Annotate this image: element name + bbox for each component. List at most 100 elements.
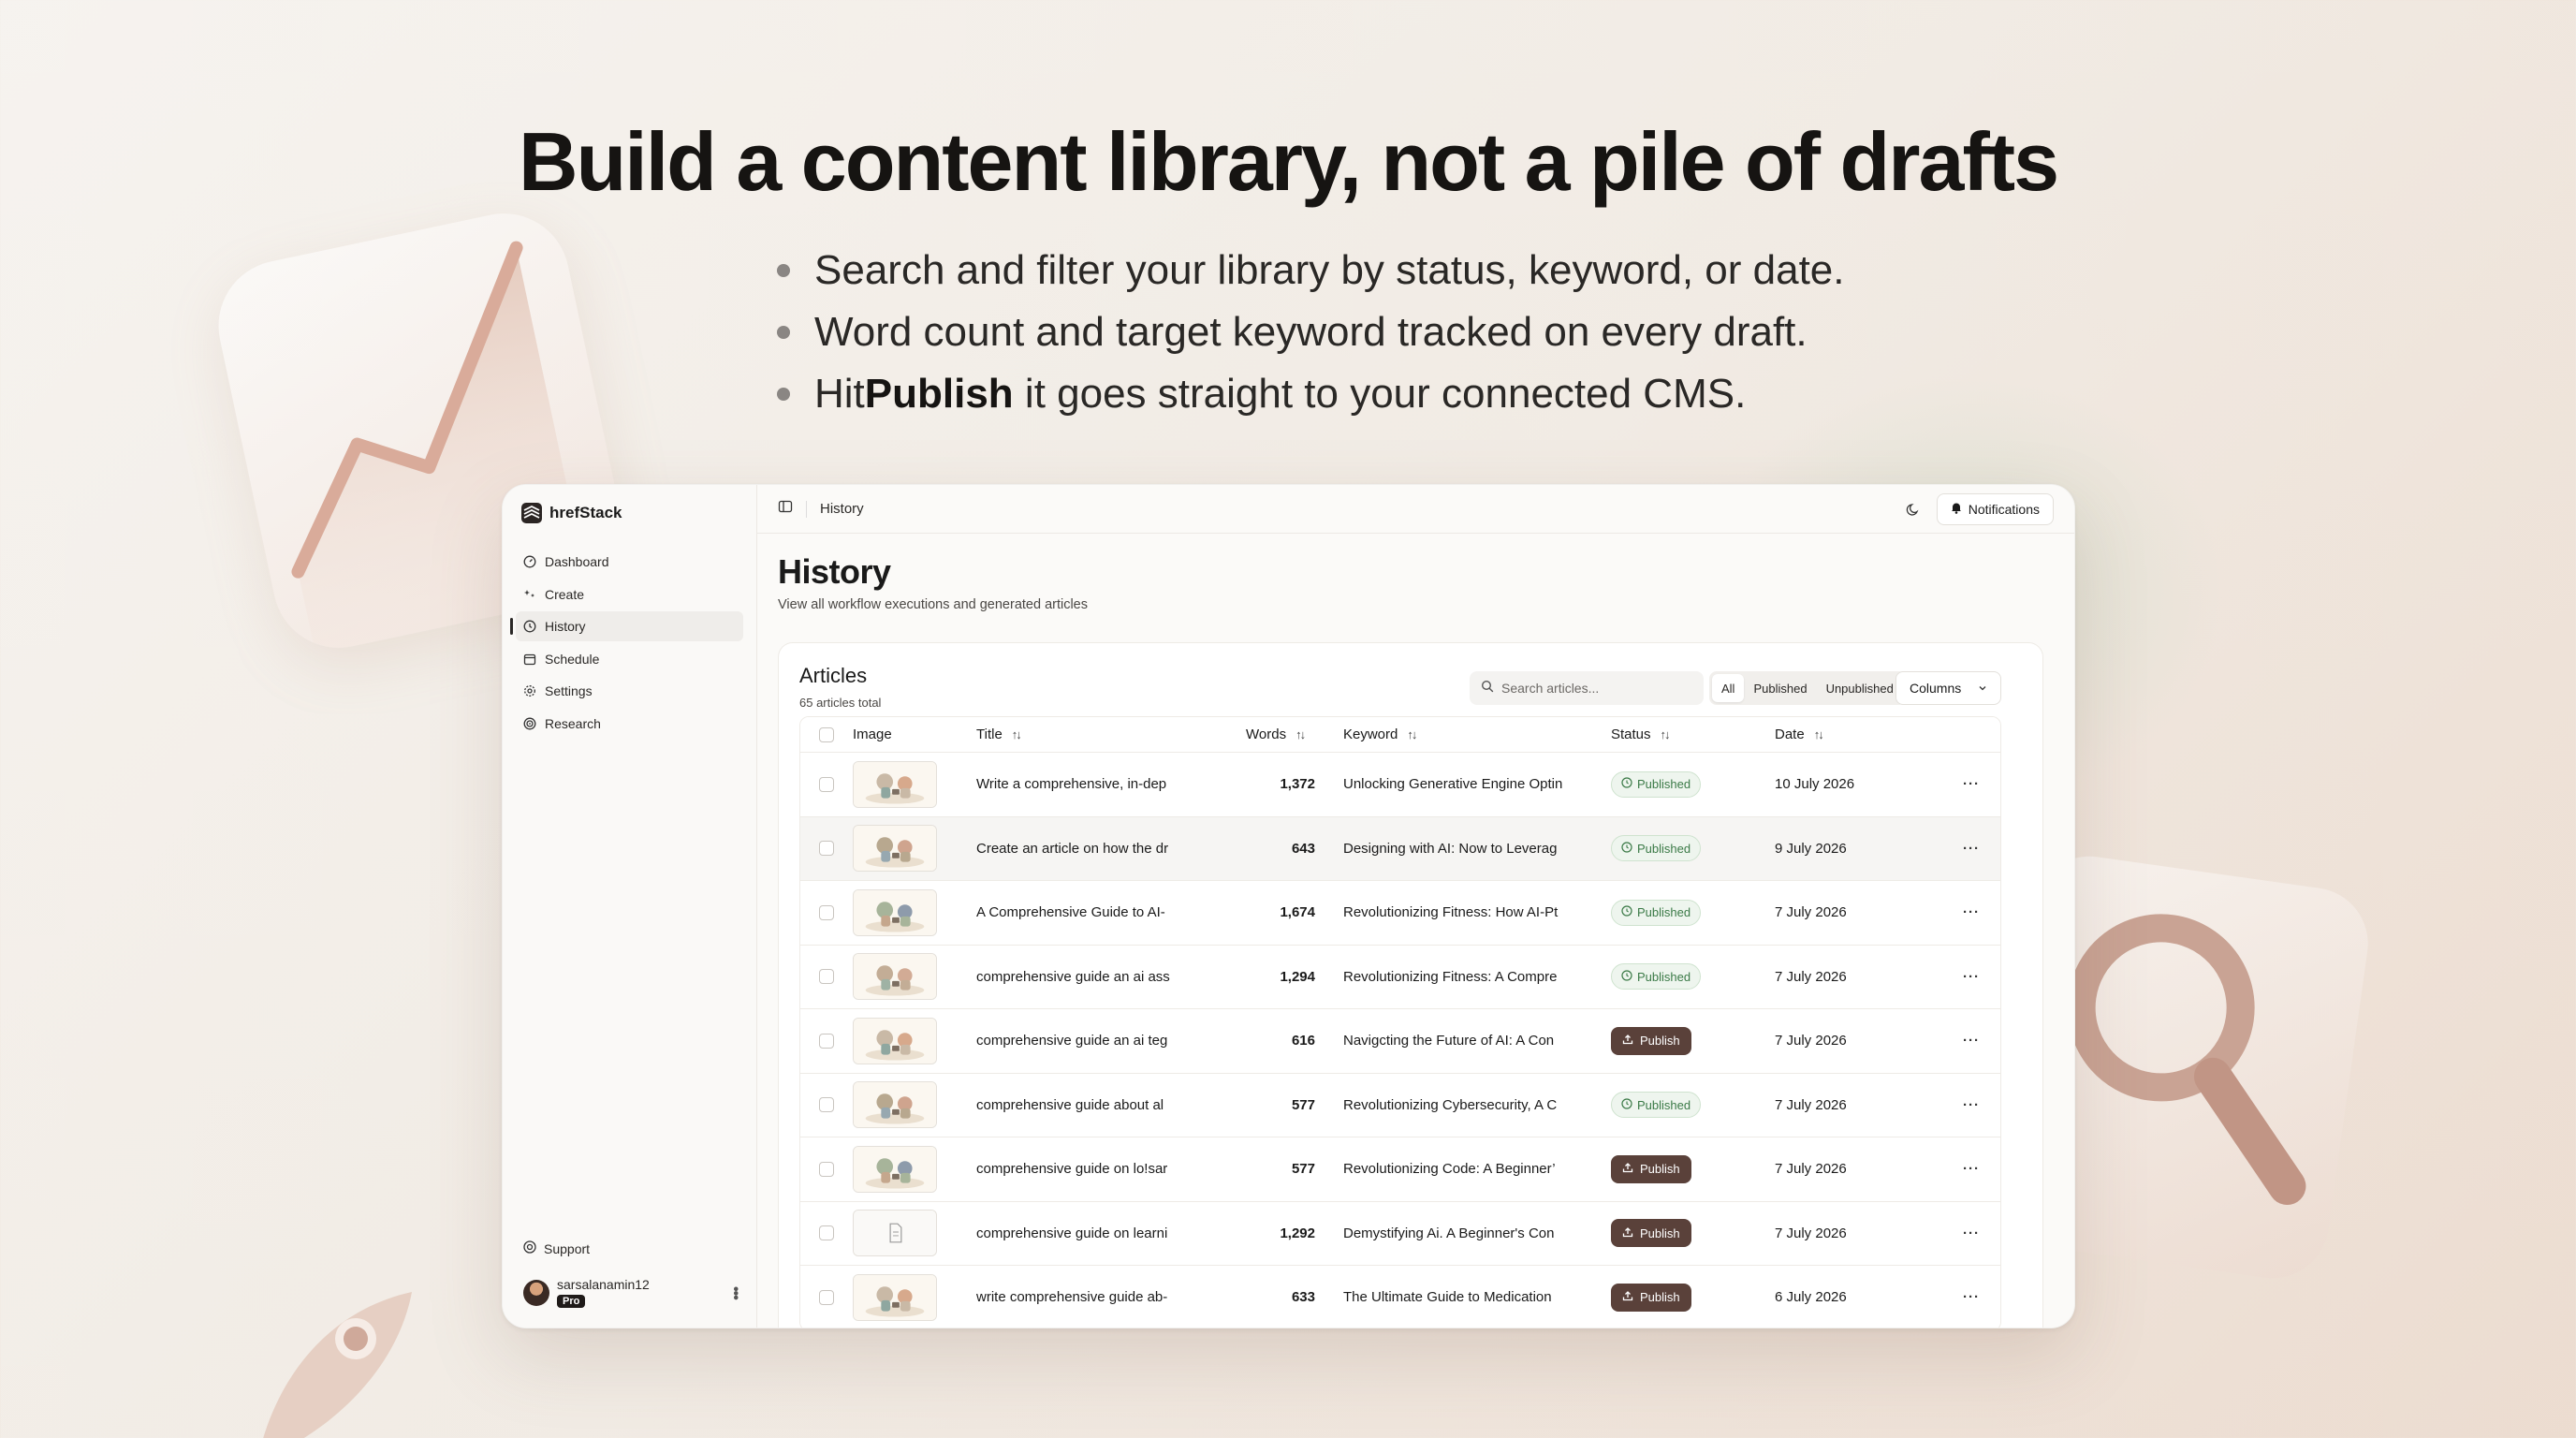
select-all-checkbox[interactable] xyxy=(819,726,834,742)
moon-icon[interactable] xyxy=(1903,499,1924,520)
clock-icon xyxy=(1621,905,1632,919)
filter-unpublished[interactable]: Unpublished xyxy=(1817,674,1903,702)
filter-published[interactable]: Published xyxy=(1744,674,1816,702)
article-thumbnail xyxy=(853,1017,937,1064)
search-input[interactable] xyxy=(1501,681,1689,696)
more-vertical-icon[interactable]: ••• xyxy=(726,1286,743,1299)
publish-button[interactable]: Publish xyxy=(1611,1283,1691,1312)
header-words[interactable]: Words ↑↓ xyxy=(1242,726,1315,742)
more-horizontal-icon[interactable]: ··· xyxy=(1943,904,1999,920)
row-checkbox[interactable] xyxy=(819,841,834,857)
title-cell[interactable]: write comprehensive guide ab- xyxy=(976,1289,1242,1305)
row-checkbox[interactable] xyxy=(819,1289,834,1305)
columns-button[interactable]: Columns xyxy=(1895,671,2001,705)
article-thumbnail xyxy=(853,1273,937,1321)
date-cell: 7 July 2026 xyxy=(1775,904,1847,921)
more-horizontal-icon[interactable]: ··· xyxy=(1943,1033,1999,1049)
header-date[interactable]: Date ↑↓ xyxy=(1775,726,1943,742)
more-horizontal-icon[interactable]: ··· xyxy=(1943,1225,1999,1241)
table-row[interactable]: comprehensive guide on lo!sar 577 Revoluti… xyxy=(800,1137,2000,1202)
title-cell[interactable]: comprehensive guide an ai ass xyxy=(976,969,1242,985)
more-horizontal-icon[interactable]: ··· xyxy=(1943,969,1999,985)
more-horizontal-icon[interactable]: ··· xyxy=(1943,1289,1999,1305)
title-cell[interactable]: comprehensive guide on learni xyxy=(976,1225,1242,1241)
keyword-cell: Designing with AI: Now to Leverag xyxy=(1343,840,1558,857)
sidebar-toggle-icon[interactable] xyxy=(778,499,793,519)
rocket-decoration xyxy=(225,1273,431,1438)
more-horizontal-icon[interactable]: ··· xyxy=(1943,1161,1999,1177)
article-thumbnail xyxy=(853,953,937,1001)
table-row[interactable]: comprehensive guide an ai ass 1,294 Revolu… xyxy=(800,945,2000,1009)
status-cell: Published xyxy=(1611,835,1775,862)
table-row[interactable]: write comprehensive guide ab- 633 The Ulti… xyxy=(800,1266,2000,1328)
title-cell[interactable]: comprehensive guide an ai teg xyxy=(976,1033,1242,1049)
upload-icon xyxy=(1622,1290,1633,1304)
table-body: Write a comprehensive, in-dep 1,372 Unlock… xyxy=(800,753,2000,1328)
image-cell xyxy=(853,1081,976,1129)
status-cell: Published xyxy=(1611,770,1775,798)
brand[interactable]: hrefStack xyxy=(503,485,756,541)
title-cell[interactable]: comprehensive guide about al xyxy=(976,1097,1242,1113)
sidebar-item-schedule[interactable]: Schedule xyxy=(516,644,743,674)
row-checkbox[interactable] xyxy=(819,1097,834,1113)
article-thumbnail xyxy=(853,1145,937,1193)
sidebar-item-label: Create xyxy=(545,586,585,602)
sidebar: hrefStack Dashboard Create History Schedule… xyxy=(503,485,757,1328)
sidebar-item-research[interactable]: Research xyxy=(516,709,743,739)
sidebar-item-label: Settings xyxy=(545,683,593,698)
row-select-cell xyxy=(800,1033,853,1049)
sidebar-item-history[interactable]: History xyxy=(510,611,743,641)
articles-count: 65 articles total xyxy=(799,696,882,710)
image-cell xyxy=(853,1273,976,1321)
title-cell[interactable]: A Comprehensive Guide to AI- xyxy=(976,904,1242,920)
clock-icon xyxy=(1621,842,1632,856)
header-keyword[interactable]: Keyword ↑↓ xyxy=(1315,726,1611,742)
header-title[interactable]: Title ↑↓ xyxy=(976,726,1242,742)
filter-all[interactable]: All xyxy=(1712,674,1745,702)
logo-icon xyxy=(521,503,542,523)
row-checkbox[interactable] xyxy=(819,1225,834,1241)
publish-button[interactable]: Publish xyxy=(1611,1219,1691,1248)
table-row[interactable]: A Comprehensive Guide to AI- 1,674 Revolut… xyxy=(800,881,2000,946)
notifications-button[interactable]: Notifications xyxy=(1936,492,2054,525)
title-cell[interactable]: comprehensive guide on lo!sar xyxy=(976,1161,1242,1177)
header-status[interactable]: Status ↑↓ xyxy=(1611,726,1775,742)
publish-label: Publish xyxy=(1640,1034,1680,1049)
table-row[interactable]: Create an article on how the dr 643 Design… xyxy=(800,816,2000,881)
status-label: Published xyxy=(1637,1097,1691,1112)
row-checkbox[interactable] xyxy=(819,1161,834,1177)
upload-icon xyxy=(1622,1034,1633,1048)
sidebar-item-create[interactable]: Create xyxy=(516,580,743,609)
table-row[interactable]: comprehensive guide about al 577 Revolutio… xyxy=(800,1073,2000,1137)
table-row[interactable]: comprehensive guide an ai teg 616 Navigcti… xyxy=(800,1009,2000,1074)
words-cell: 633 xyxy=(1291,1289,1315,1306)
title-cell[interactable]: Create an article on how the dr xyxy=(976,841,1242,857)
row-checkbox[interactable] xyxy=(819,1033,834,1049)
table-header: Image Title ↑↓ Words ↑↓ Keyword ↑↓ Status ↑↓… xyxy=(800,717,2000,753)
chevron-down-icon xyxy=(1978,681,1987,696)
row-checkbox[interactable] xyxy=(819,969,834,985)
more-horizontal-icon[interactable]: ··· xyxy=(1943,1097,1999,1113)
more-horizontal-icon[interactable]: ··· xyxy=(1943,776,1999,792)
sidebar-item-dashboard[interactable]: Dashboard xyxy=(516,547,743,577)
table-row[interactable]: comprehensive guide on learni 1,292 Demyst… xyxy=(800,1201,2000,1266)
publish-button[interactable]: Publish xyxy=(1611,1154,1691,1183)
publish-button[interactable]: Publish xyxy=(1611,1026,1691,1055)
user-menu[interactable]: sarsalanamin12 Pro ••• xyxy=(523,1277,743,1309)
support-link[interactable]: Support xyxy=(523,1240,590,1256)
feature-bullet: Search and filter your library by status… xyxy=(777,240,1845,301)
upload-icon xyxy=(1622,1226,1633,1240)
sidebar-item-settings[interactable]: Settings xyxy=(516,676,743,706)
more-horizontal-icon[interactable]: ··· xyxy=(1943,841,1999,857)
row-checkbox[interactable] xyxy=(819,776,834,792)
target-icon xyxy=(523,717,536,730)
table-row[interactable]: Write a comprehensive, in-dep 1,372 Unlock… xyxy=(800,753,2000,817)
title-cell[interactable]: Write a comprehensive, in-dep xyxy=(976,776,1242,792)
row-checkbox[interactable] xyxy=(819,904,834,920)
header-date-label: Date xyxy=(1775,726,1805,742)
select-all-cell xyxy=(800,726,853,742)
page-subtitle: View all workflow executions and generat… xyxy=(778,597,1088,612)
sort-icon: ↑↓ xyxy=(1813,727,1824,741)
row-select-cell xyxy=(800,776,853,792)
sidebar-nav: Dashboard Create History Schedule Settings Re… xyxy=(503,541,756,746)
